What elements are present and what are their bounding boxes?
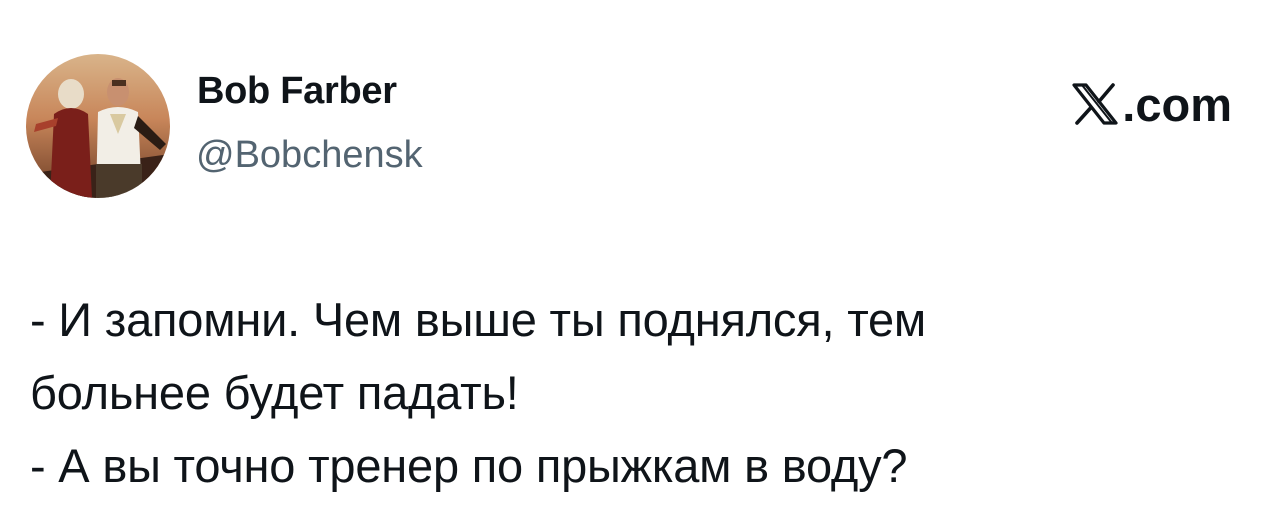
profile-photo-icon: [26, 54, 170, 198]
tweet-line: - А вы точно тренер по прыжкам в воду?: [30, 439, 908, 492]
display-name[interactable]: Bob Farber: [197, 72, 397, 110]
tweet-text: - И запомни. Чем выше ты поднялся, тем б…: [30, 283, 1250, 502]
brand-domain-suffix: .com: [1122, 77, 1232, 131]
x-com-brand: .com: [1072, 80, 1232, 128]
username-handle[interactable]: @Bobchensk: [196, 136, 423, 174]
tweet-line: - И запомни. Чем выше ты поднялся, тем: [30, 293, 927, 346]
avatar[interactable]: [26, 54, 170, 198]
x-logo-icon: [1072, 83, 1118, 125]
tweet-line: больнее будет падать!: [30, 366, 519, 419]
